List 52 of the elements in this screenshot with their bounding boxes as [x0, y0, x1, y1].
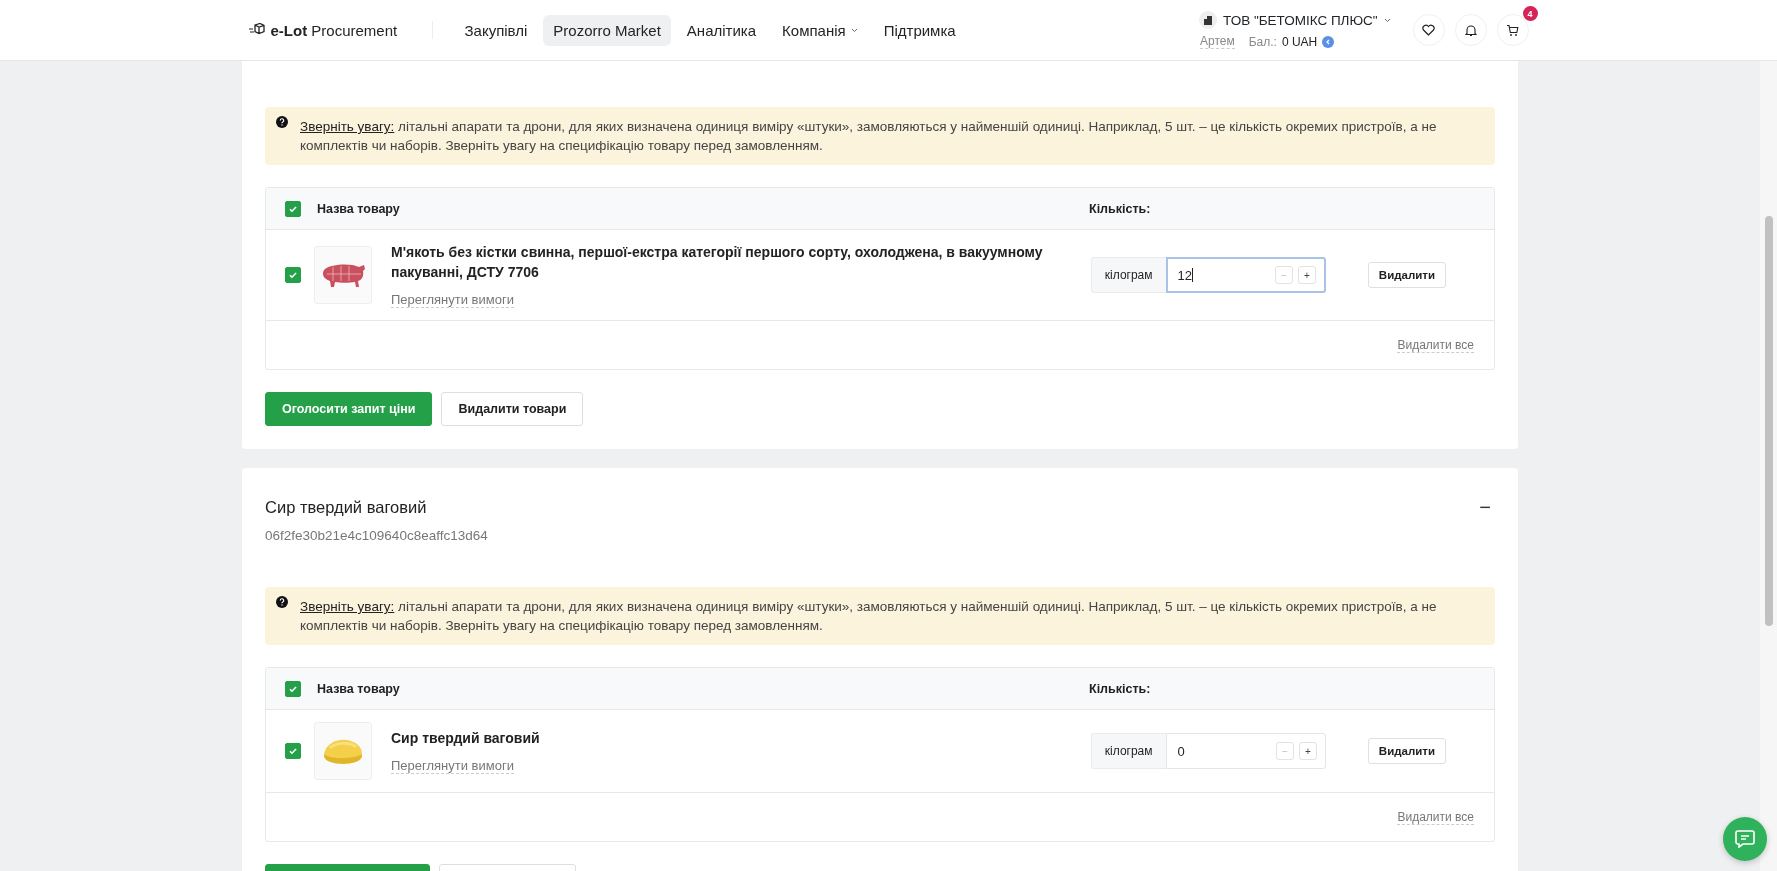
cart-count-badge: 4 [1522, 6, 1538, 21]
cart-icon [1506, 23, 1519, 37]
checkbox[interactable] [285, 200, 301, 217]
unit-label: кілограм [1090, 733, 1166, 769]
column-header: Назва товару [317, 681, 401, 696]
nav-tab[interactable]: Компанія [772, 14, 868, 46]
quantity-field[interactable]: 12 − + [1165, 257, 1326, 293]
chevron-down-icon [1383, 17, 1391, 23]
remove-button[interactable]: Видалити [1367, 738, 1446, 764]
checkbox[interactable] [285, 743, 301, 759]
product-name: Сир твердий ваговий [391, 729, 541, 748]
bell-icon[interactable] [1454, 14, 1487, 46]
building-icon [1199, 11, 1217, 29]
question-icon [276, 116, 288, 128]
nav-tab[interactable]: Аналітика [676, 14, 767, 46]
balance-value: 0 UAH [1281, 34, 1318, 49]
remove-items-button[interactable]: Видалити товари [441, 392, 584, 426]
unit-label: кілограм [1090, 257, 1166, 293]
product-name: М'якоть без кістки свинна, першої-екстра категорії першого сорту, охолоджена, в вакуумному пакуванні, ДСТУ 7706 [391, 243, 1044, 282]
user-name[interactable]: Артем [1200, 34, 1235, 49]
plus-button[interactable]: + [1298, 742, 1317, 760]
scrollbar-thumb[interactable] [1764, 216, 1773, 626]
quantity-field[interactable]: 0 − + [1165, 733, 1326, 769]
question-icon [276, 596, 288, 608]
warning-alert: Зверніть увагу: лiтальні апарати та дрони, для яких визначена одиниця виміру «штуки», замовляються у найменшій одиниці. Наприклад, 5 шт. – це кількість окремих пристроїв, а не комплектів чи наборів. Зверніть увагу на специфікацію товару перед замовленням. [265, 587, 1495, 645]
balance-label: Бал.: [1248, 34, 1277, 49]
requirements-link[interactable]: Переглянути вимоги [391, 758, 514, 774]
logo-icon [248, 23, 265, 37]
card-title: Сир твердий ваговий [265, 498, 428, 517]
logo-text[interactable]: e-Lot Procurement [270, 21, 398, 39]
chevron-left-icon[interactable] [1322, 35, 1335, 48]
collapse-button[interactable]: − [1475, 498, 1495, 516]
column-header: Назва товару [317, 201, 401, 216]
checkbox[interactable] [285, 267, 301, 283]
chat-icon [1735, 830, 1755, 848]
nav-tab[interactable]: Prozorro Market [543, 14, 671, 46]
column-header: Кількість: [1089, 201, 1152, 216]
checkbox[interactable] [285, 680, 301, 697]
plus-button[interactable]: + [1297, 266, 1316, 284]
product-code: 06f2fe30b21e4c109640c8eaffc13d64 [265, 528, 488, 543]
column-header: Кількість: [1089, 681, 1152, 696]
cart-button[interactable] [1496, 14, 1529, 46]
warning-alert: Зверніть увагу: лiтальні апарати та дрони, для яких визначена одиниця виміру «штуки», замовляються у найменшій одиниці. Наприклад, 5 шт. – це кількість окремих пристроїв, а не комплектів чи наборів. Зверніть увагу на специфікацію товару перед замовленням. [265, 107, 1495, 165]
nav-tab[interactable]: Закупівлі [454, 14, 538, 46]
remove-all-link[interactable]: Видалити все [1397, 809, 1474, 825]
remove-all-link[interactable]: Видалити все [1397, 337, 1474, 353]
requirements-link[interactable]: Переглянути вимоги [391, 292, 514, 308]
company-name[interactable]: ТОВ "БЕТОМІКС ПЛЮС" [1223, 12, 1378, 28]
chat-button[interactable] [1723, 817, 1767, 861]
scrollbar[interactable] [1760, 61, 1777, 871]
nav-tab[interactable]: Підтримка [873, 14, 966, 46]
remove-button[interactable]: Видалити [1367, 262, 1446, 288]
